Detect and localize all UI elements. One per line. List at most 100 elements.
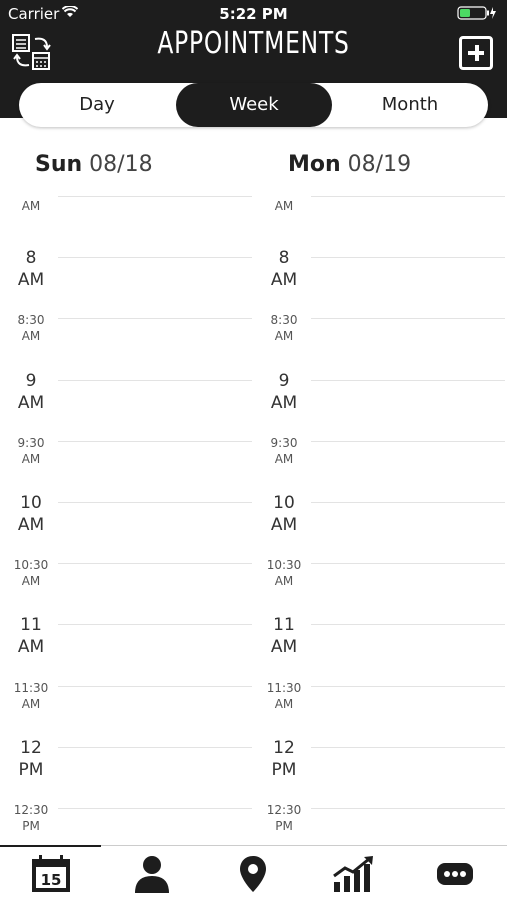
grid-line — [58, 318, 252, 320]
time-slot-label: 10:30 AM — [263, 557, 305, 589]
grid-line — [311, 379, 505, 381]
time-slot-value: 8 — [278, 248, 290, 269]
grid-line — [311, 808, 505, 809]
add-appointment-button[interactable] — [459, 36, 493, 70]
time-slot-label: 11:30 AM — [263, 680, 305, 712]
time-slot-value: 8:30 — [17, 313, 45, 328]
grid-line — [311, 746, 505, 748]
time-slot-meridiem: AM — [17, 637, 45, 658]
grid-line — [58, 257, 252, 259]
time-slot-label: 12 PM — [10, 737, 52, 781]
grid-line — [58, 196, 252, 197]
calendar-icon: 15 — [31, 854, 70, 892]
time-slot-value: 12 — [273, 737, 295, 758]
switch-view-icon[interactable] — [11, 33, 53, 71]
time-slot-meridiem: PM — [22, 819, 40, 833]
more-tab[interactable] — [404, 846, 505, 901]
time-slot-label: 11 AM — [10, 614, 52, 658]
day-weekday: Mon — [288, 152, 341, 177]
time-slot-meridiem: AM — [21, 696, 41, 711]
time-slot-label: AM — [10, 198, 52, 214]
status-bar: Carrier 5:22 PM — [0, 0, 507, 28]
location-tab[interactable] — [202, 846, 303, 901]
segment-week[interactable]: Week — [176, 83, 332, 127]
time-slot-value: 11:30 — [13, 680, 49, 695]
time-slot-meridiem: AM — [17, 270, 45, 291]
clients-tab[interactable] — [101, 846, 202, 901]
day-date: 08/18 — [89, 152, 153, 177]
person-icon — [134, 855, 169, 893]
time-slot-meridiem: AM — [21, 329, 41, 344]
stats-tab[interactable] — [303, 846, 404, 901]
tab-bar: 15 — [0, 845, 507, 901]
time-slot-meridiem: AM — [270, 637, 298, 658]
more-icon — [436, 862, 473, 885]
time-slot-meridiem: AM — [17, 392, 45, 413]
map-pin-icon — [239, 855, 266, 892]
time-slot-meridiem: AM — [274, 199, 294, 213]
time-slot-meridiem: AM — [274, 329, 294, 344]
time-slot-value: 11 — [273, 615, 295, 636]
day-weekday: Sun — [35, 152, 83, 177]
time-slot-value: 8 — [25, 248, 37, 269]
time-slot-label: 12:30 PM — [10, 802, 52, 834]
time-slot-value: 8:30 — [270, 313, 298, 328]
time-slot-label: 9 AM — [263, 370, 305, 414]
grid-line — [58, 502, 252, 503]
time-slot-value: 12 — [20, 737, 42, 758]
time-slot-meridiem: AM — [17, 515, 45, 535]
grid-line — [311, 440, 505, 442]
time-slot-label: 9 AM — [10, 370, 52, 414]
time-slot-value: 12:30 — [266, 803, 302, 817]
grid-line — [58, 624, 252, 626]
chart-icon — [332, 855, 373, 892]
segment-day[interactable]: Day — [19, 83, 175, 127]
time-slot-value: 9 — [278, 370, 290, 391]
battery-icon — [457, 6, 496, 20]
time-slot-value: 10:30 — [13, 558, 49, 573]
time-slot-label: 8 AM — [263, 247, 305, 291]
time-slot-label: 10:30 AM — [10, 557, 52, 589]
calendar-date-label: 15 — [40, 871, 61, 889]
grid-line — [58, 808, 252, 809]
grid-line — [58, 379, 252, 381]
grid-line — [311, 502, 505, 503]
grid-line — [311, 624, 505, 626]
time-slot-meridiem: AM — [274, 574, 294, 589]
time-slot-meridiem: AM — [270, 270, 298, 291]
time-slot-value: 12:30 — [13, 803, 49, 817]
grid-line — [311, 257, 505, 259]
grid-line — [311, 196, 505, 197]
time-slot-value: 10:30 — [266, 558, 302, 573]
page-title: APPOINTMENTS — [157, 26, 350, 61]
grid-line — [311, 318, 505, 320]
time-slot-label: 12 PM — [263, 737, 305, 781]
time-slot-value: 11:30 — [266, 680, 302, 695]
time-slot-value: 10 — [273, 493, 295, 513]
time-slot-value: 11 — [20, 615, 42, 636]
view-segmented-control: Day Week Month — [19, 83, 488, 127]
time-slot-value: 9 — [25, 370, 37, 391]
grid-line — [58, 746, 252, 748]
time-slot-label: 9:30 AM — [10, 435, 52, 467]
calendar-tab[interactable]: 15 — [0, 845, 101, 901]
grid-line — [311, 563, 505, 565]
time-slot-meridiem: PM — [275, 819, 293, 833]
time-slot-meridiem: AM — [270, 515, 298, 535]
time-slot-label: 10 AM — [263, 492, 305, 536]
time-slot-value: 10 — [20, 493, 42, 513]
time-slot-meridiem: AM — [274, 451, 294, 466]
day-header-mon: Mon 08/19 — [288, 152, 411, 177]
time-slot-label: AM — [263, 198, 305, 214]
time-slot-label: 12:30 PM — [263, 802, 305, 834]
time-slot-meridiem: AM — [21, 574, 41, 589]
time-slot-label: 11 AM — [263, 614, 305, 658]
time-slot-label: 9:30 AM — [263, 435, 305, 467]
time-slot-label: 8 AM — [10, 247, 52, 291]
day-header-sun: Sun 08/18 — [35, 152, 153, 177]
day-date: 08/19 — [347, 152, 412, 177]
segment-month[interactable]: Month — [332, 83, 488, 127]
time-slot-value: 9:30 — [270, 435, 298, 450]
time-slot-label: 11:30 AM — [10, 680, 52, 712]
grid-line — [58, 440, 252, 442]
